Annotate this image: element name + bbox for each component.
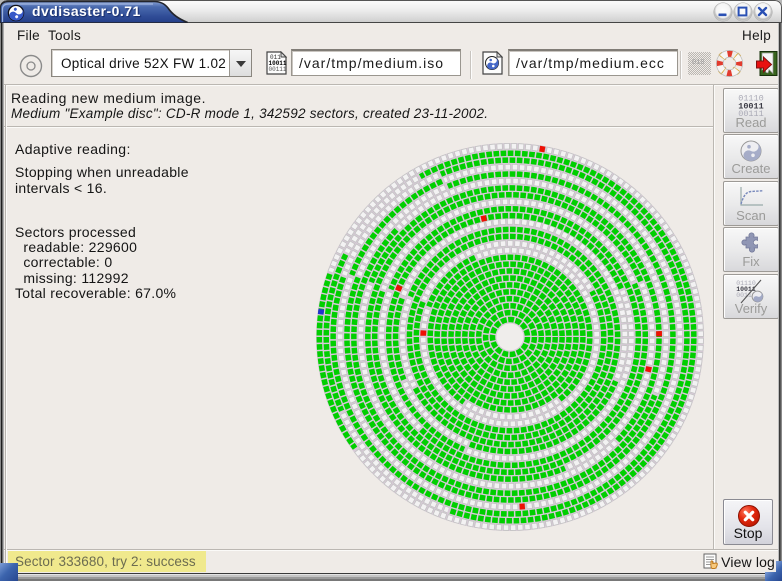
svg-text:00111: 00111 bbox=[269, 66, 287, 73]
